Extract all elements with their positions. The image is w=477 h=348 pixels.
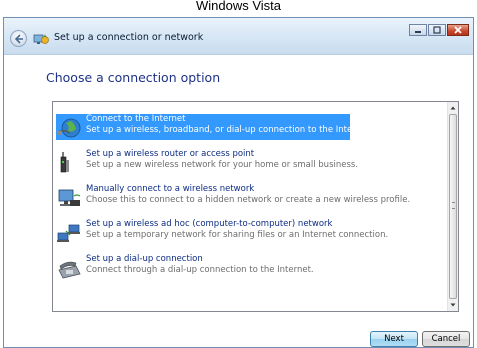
scroll-down-arrow-icon[interactable]: [448, 300, 458, 310]
option-connect-internet[interactable]: Connect to the Internet Set up a wireles…: [56, 114, 372, 140]
option-adhoc-network[interactable]: Set up a wireless ad hoc (computer-to-co…: [56, 219, 388, 245]
dialog-window: Set up a connection or network Choose a …: [3, 17, 474, 348]
maximize-icon: [433, 26, 441, 34]
maximize-button[interactable]: [428, 24, 446, 36]
option-title: Set up a dial-up connection: [86, 254, 203, 264]
option-description: Choose this to connect to a hidden netwo…: [86, 195, 411, 205]
close-button[interactable]: [447, 24, 469, 36]
option-description: Set up a new wireless network for your h…: [86, 160, 359, 170]
scrollbar-grip: [452, 202, 455, 209]
caption: Windows Vista: [195, 0, 281, 13]
window-title: Set up a connection or network: [54, 32, 204, 43]
router-icon: [60, 152, 69, 173]
minimize-button[interactable]: [409, 24, 427, 36]
scrollbar-thumb[interactable]: [449, 114, 457, 299]
option-title: Manually connect to a wireless network: [86, 184, 255, 194]
wireless-computer-icon: [58, 189, 81, 206]
option-title: Set up a wireless ad hoc (computer-to-co…: [86, 219, 333, 229]
dialup-phone-icon: [58, 261, 81, 279]
next-button[interactable]: Next: [370, 331, 418, 347]
back-arrow-icon: [14, 34, 23, 44]
page-heading: Choose a connection option: [46, 70, 221, 85]
adhoc-network-icon: [57, 224, 80, 242]
option-title: Set up a wireless router or access point: [86, 149, 255, 159]
dialog-footer: Next Cancel: [4, 331, 473, 347]
option-description: Connect through a dial-up connection to …: [86, 265, 314, 275]
back-button[interactable]: [10, 30, 27, 47]
caption-buttons: [408, 24, 469, 38]
close-icon: [454, 26, 462, 34]
scroll-up-arrow-icon[interactable]: [448, 103, 458, 113]
connection-options-list[interactable]: Connect to the Internet Set up a wireles…: [52, 101, 459, 312]
globe-icon: [57, 118, 81, 138]
option-wireless-router[interactable]: Set up a wireless router or access point…: [56, 149, 358, 175]
cancel-button[interactable]: Cancel: [422, 331, 470, 347]
option-description: Set up a wireless, broadband, or dial-up…: [86, 125, 373, 135]
title-bar: Set up a connection or network: [4, 18, 473, 55]
vertical-scrollbar[interactable]: [447, 102, 458, 311]
minimize-icon: [415, 31, 421, 33]
option-manual-wireless[interactable]: Manually connect to a wireless network C…: [56, 184, 410, 210]
option-dialup[interactable]: Set up a dial-up connection Connect thro…: [56, 254, 350, 280]
option-description: Set up a temporary network for sharing f…: [86, 230, 389, 240]
option-title: Connect to the Internet: [86, 114, 186, 124]
network-setup-icon: [33, 34, 49, 44]
